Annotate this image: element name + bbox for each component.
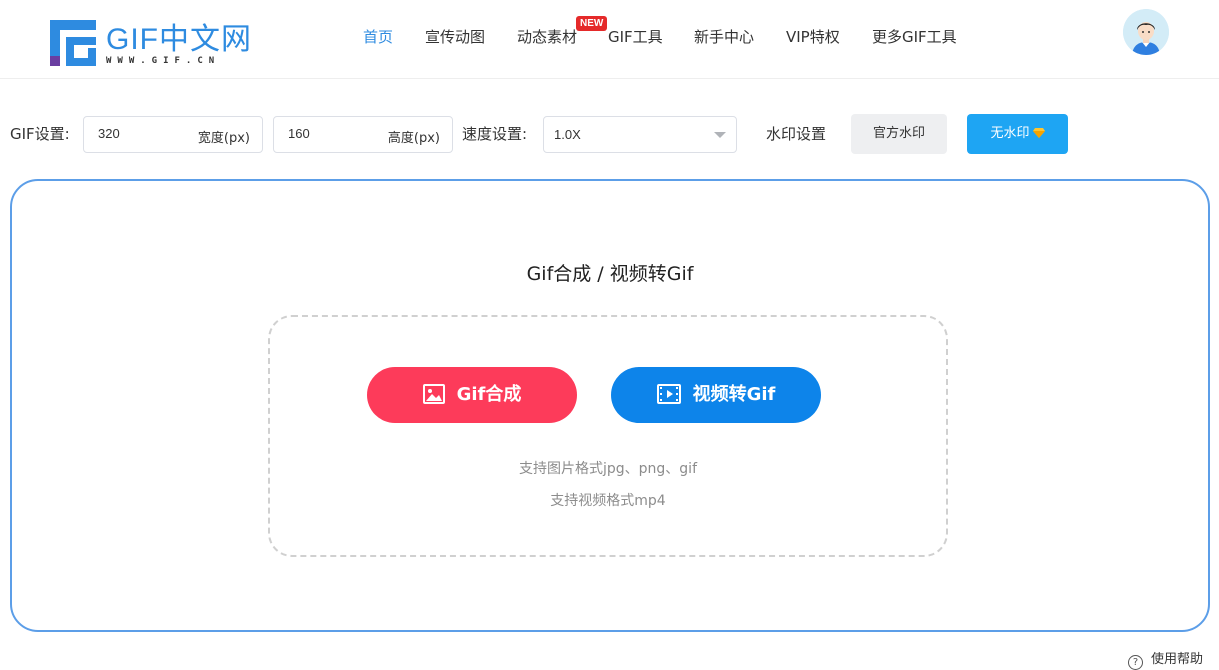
diamond-icon [1032,128,1045,138]
chevron-down-icon [714,132,726,138]
nav-gif-tools[interactable]: GIF工具 [608,26,663,48]
nav-home[interactable]: 首页 [363,26,393,48]
nav-dynamic-assets[interactable]: 动态素材 [517,26,577,48]
gif-compose-button[interactable]: Gif合成 [367,367,577,423]
site-logo[interactable]: GIF中文网 WWW.GIF.CN [50,20,252,70]
height-field[interactable]: 高度(px) [273,116,453,153]
help-link[interactable]: ? 使用帮助 [1128,648,1203,670]
height-input[interactable] [288,126,368,141]
user-avatar[interactable] [1123,9,1169,55]
speed-select[interactable]: 1.0X [543,116,737,153]
question-icon: ? [1128,655,1143,670]
nav-beginner-center[interactable]: 新手中心 [694,26,754,48]
width-unit-label: 宽度(px) [197,131,250,146]
nav-vip[interactable]: VIP特权 [786,26,840,48]
logo-subtitle: WWW.GIF.CN [106,56,221,66]
no-watermark-button[interactable]: 无水印 [967,114,1068,154]
film-icon [656,384,681,404]
nav-promo-gifs[interactable]: 宣传动图 [425,26,485,48]
image-icon [422,384,445,404]
official-watermark-button[interactable]: 官方水印 [851,114,947,154]
nav-more-gif-tools[interactable]: 更多GIF工具 [872,26,957,48]
gif-settings-bar: GIF设置: 宽度(px) 高度(px) 速度设置: 1.0X 水印设置 官方水… [0,114,1219,154]
speed-select-value: 1.0X [554,127,581,142]
width-input[interactable] [98,126,178,141]
image-format-hint: 支持图片格式jpg、png、gif [518,461,697,477]
card-title: Gif合成 / 视频转Gif [526,263,694,285]
logo-text: GIF中文网 [106,23,252,56]
new-badge: NEW [576,16,608,31]
upload-card: Gif合成 / 视频转Gif Gif合成 视频转Gif 支持图片格式jpg、pn… [10,179,1210,632]
no-watermark-label: 无水印 [990,126,1030,141]
avatar-icon [1123,9,1169,55]
file-dropzone[interactable]: Gif合成 视频转Gif 支持图片格式jpg、png、gif 支持视频格式mp4 [268,315,948,557]
logo-mark-icon [50,20,96,66]
gif-settings-label: GIF设置: [10,125,70,143]
height-unit-label: 高度(px) [387,131,440,146]
video-to-gif-button[interactable]: 视频转Gif [611,367,821,423]
width-field[interactable]: 宽度(px) [83,116,263,153]
watermark-settings-label: 水印设置 [766,125,827,143]
video-format-hint: 支持视频格式mp4 [550,493,666,509]
video-to-gif-label: 视频转Gif [692,384,776,405]
speed-settings-label: 速度设置: [462,125,528,143]
help-label: 使用帮助 [1151,652,1204,667]
gif-compose-label: Gif合成 [456,384,522,405]
top-header: GIF中文网 WWW.GIF.CN 首页 宣传动图 动态素材 GIF工具 新手中… [0,0,1219,79]
